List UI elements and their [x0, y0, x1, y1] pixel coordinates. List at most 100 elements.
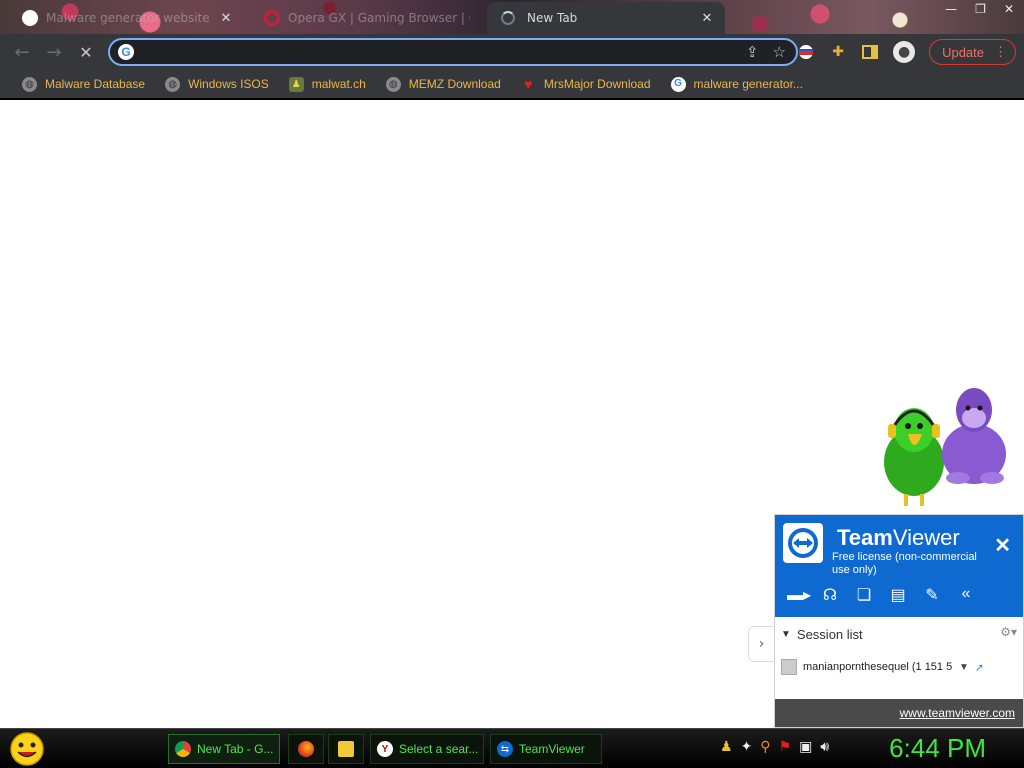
share-icon[interactable]: ⇪: [746, 43, 759, 61]
files-icon[interactable]: ▤: [889, 585, 907, 605]
bookmark-label: Windows ISOS: [188, 77, 269, 91]
heart-icon: ♥: [524, 76, 533, 92]
teamviewer-panel: TeamViewer Free license (non-commercial …: [774, 514, 1024, 728]
bookmark-label: malwat.ch: [311, 77, 366, 91]
globe-icon: ◍: [22, 76, 37, 92]
chrome-icon: [175, 741, 191, 757]
start-button-smiley-icon[interactable]: [8, 731, 46, 767]
back-arrow-icon[interactable]: ←: [6, 42, 38, 63]
address-bar[interactable]: G ⇪ ☆: [108, 38, 798, 66]
extensions-puzzle-icon[interactable]: ✚: [829, 43, 847, 61]
minimize-icon[interactable]: —: [945, 2, 957, 16]
taskbar-chrome[interactable]: New Tab - G...: [168, 734, 280, 764]
headset-icon[interactable]: ☊: [821, 585, 839, 605]
tray-search-icon[interactable]: ⚲: [760, 739, 770, 755]
teamviewer-toolbar: ▬▸ ☊ ❏ ▤ ✎ «: [787, 585, 975, 605]
bookmarks-bar: ◍ Malware Database ◍ Windows ISOS ♟ malw…: [0, 70, 1024, 100]
google-icon: G: [118, 44, 134, 60]
google-icon: G: [670, 76, 686, 92]
user-avatar-icon: [781, 659, 797, 675]
opera-favicon-icon: [264, 10, 280, 26]
session-name: manianpornthesequel (1 151 5: [803, 661, 953, 673]
window-controls: — ❐ ✕: [945, 2, 1014, 16]
taskbar-yandex[interactable]: Y Select a sear...: [370, 734, 484, 764]
tab-title: New Tab: [527, 11, 578, 25]
malwatch-icon: ♟: [288, 76, 304, 92]
bookmark-label: Malware Database: [45, 77, 146, 91]
tray-network-icon[interactable]: ▣: [799, 739, 812, 755]
pointer-icon[interactable]: ➚: [975, 661, 984, 674]
yandex-icon: Y: [377, 741, 393, 757]
bookmark-malware-generator[interactable]: G malware generator...: [663, 72, 811, 96]
tab-close-icon[interactable]: ✕: [218, 11, 234, 26]
profile-avatar-icon[interactable]: ●: [893, 41, 916, 63]
taskbar: New Tab - G... Y Select a sear... ⇆ Team…: [0, 728, 1024, 768]
browser-toolbar: ← → ✕ G ⇪ ☆ ✚ ● Update ⋮: [0, 34, 1024, 70]
taskbar-clock[interactable]: 6:44 PM: [889, 733, 986, 764]
tab-title: Opera GX | Gaming Browser | O: [288, 11, 470, 25]
tab-new-tab[interactable]: New Tab ✕: [487, 2, 725, 34]
tray-malwatch-icon[interactable]: ♟: [720, 739, 733, 755]
bookmark-label: MEMZ Download: [408, 77, 501, 91]
dropdown-arrow-icon[interactable]: ▼: [959, 662, 969, 673]
teamviewer-icon: ⇆: [497, 741, 513, 757]
bookmark-malwatch[interactable]: ♟ malwat.ch: [281, 72, 374, 96]
tray-bird-icon[interactable]: ✦: [741, 739, 753, 755]
close-icon[interactable]: ✕: [994, 533, 1011, 558]
panel-expand-arrow-icon[interactable]: ›: [748, 626, 774, 662]
system-tray: ♟ ✦ ⚲ ⚑ ▣ 🔊︎: [720, 739, 829, 755]
tab-strip: Malware generator website - Go ✕ Opera G…: [0, 0, 1024, 34]
taskbar-explorer[interactable]: [328, 734, 364, 764]
bookmark-label: malware generator...: [693, 77, 803, 91]
tab-opera-gx[interactable]: Opera GX | Gaming Browser | O: [254, 4, 480, 32]
globe-icon: ◍: [385, 76, 401, 92]
settings-gear-icon[interactable]: ⚙▾: [1000, 625, 1017, 639]
teamviewer-footer: www.teamviewer.com: [775, 699, 1023, 727]
extension-flag-icon[interactable]: [797, 43, 815, 61]
stop-loading-icon[interactable]: ✕: [70, 43, 102, 62]
address-input[interactable]: [144, 44, 746, 60]
bookmark-mrsmajor-download[interactable]: ♥ MrsMajor Download: [513, 72, 659, 96]
firefox-icon: [298, 741, 314, 757]
bookmark-label: MrsMajor Download: [543, 77, 651, 91]
bookmark-memz-download[interactable]: ◍ MEMZ Download: [378, 72, 509, 96]
desktop-buddies-image[interactable]: [878, 382, 1012, 510]
session-list: ▼ Session list ⚙▾ manianpornthesequel (1…: [775, 617, 1023, 699]
bookmark-star-icon[interactable]: ☆: [773, 43, 786, 61]
bookmark-malware-database[interactable]: ◍ Malware Database: [14, 72, 153, 96]
teamviewer-website-link[interactable]: www.teamviewer.com: [900, 706, 1015, 720]
teamviewer-logo-icon: [783, 523, 823, 563]
teamviewer-license-text: Free license (non-commercial use only): [832, 551, 977, 576]
globe-icon: ◍: [165, 76, 181, 92]
tray-flag-icon[interactable]: ⚑: [779, 739, 792, 755]
tools-icon[interactable]: ✎: [923, 585, 941, 605]
restore-icon[interactable]: ❐: [975, 2, 986, 16]
menu-dots-icon[interactable]: ⋮: [994, 44, 1007, 60]
update-button[interactable]: Update ⋮: [929, 39, 1016, 65]
taskbar-firefox[interactable]: [288, 734, 324, 764]
session-list-header[interactable]: ▼ Session list: [781, 627, 863, 642]
collapse-double-chevron-icon[interactable]: «: [957, 585, 975, 605]
taskbar-teamviewer[interactable]: ⇆ TeamViewer: [490, 734, 602, 764]
side-panel-icon[interactable]: [861, 43, 879, 61]
google-favicon-icon: [22, 10, 38, 26]
tab-title: Malware generator website - Go: [46, 11, 212, 25]
chat-icon[interactable]: ❏: [855, 585, 873, 605]
task-label: Select a sear...: [399, 742, 479, 756]
update-label: Update: [942, 44, 984, 60]
bookmark-windows-isos[interactable]: ◍ Windows ISOS: [157, 72, 277, 96]
close-window-icon[interactable]: ✕: [1004, 2, 1014, 16]
tab-close-icon[interactable]: ✕: [699, 11, 715, 26]
loading-spinner-icon: [501, 11, 515, 25]
video-camera-icon[interactable]: ▬▸: [787, 585, 811, 605]
task-label: New Tab - G...: [197, 742, 274, 756]
tab-malware-generator[interactable]: Malware generator website - Go ✕: [12, 4, 244, 32]
session-list-item[interactable]: manianpornthesequel (1 151 5 ▼ ➚: [781, 659, 1017, 675]
task-label: TeamViewer: [519, 742, 585, 756]
forward-arrow-icon[interactable]: →: [38, 42, 70, 63]
teamviewer-title: TeamViewer: [837, 525, 960, 550]
teamviewer-header: TeamViewer Free license (non-commercial …: [775, 515, 1023, 617]
folder-icon: [338, 741, 354, 757]
triangle-down-icon: ▼: [781, 629, 791, 640]
tray-volume-icon[interactable]: 🔊︎: [820, 739, 829, 755]
